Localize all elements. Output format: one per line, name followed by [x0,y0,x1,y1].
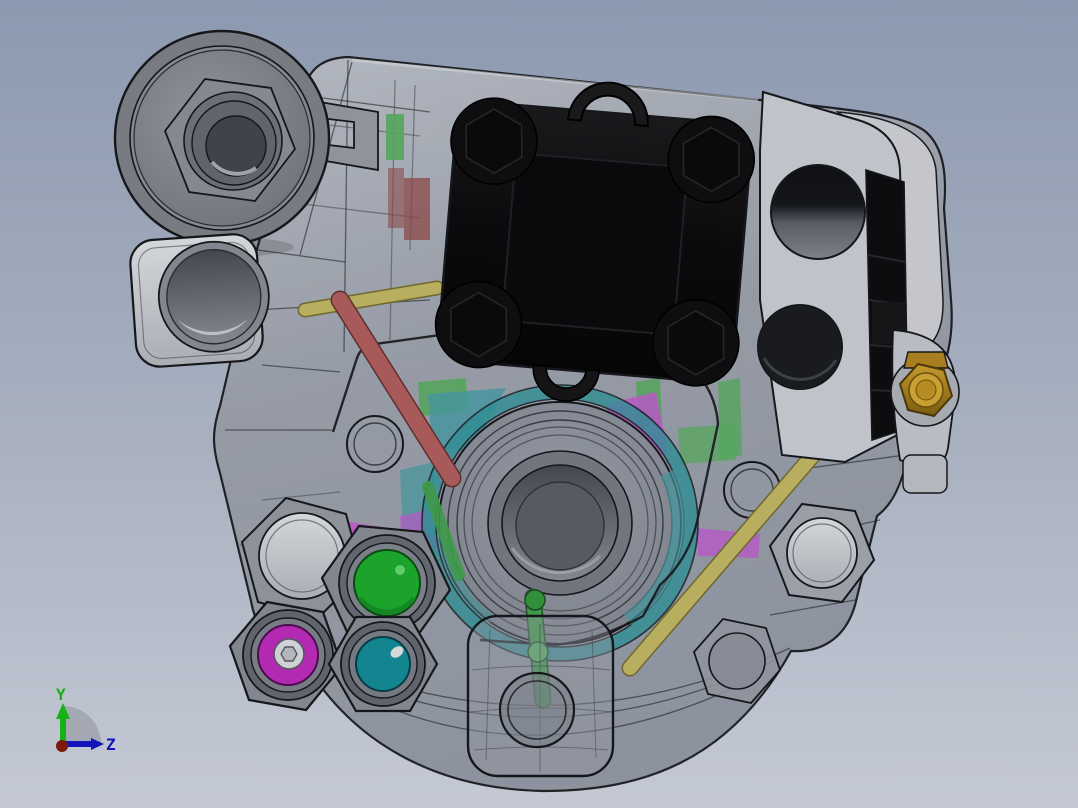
solenoid-inner-recess [501,152,689,336]
brass-mount-cylinder [902,454,948,494]
plate-hole-upper[interactable] [770,164,866,260]
mounting-plate[interactable] [757,90,909,464]
dome-hole[interactable] [498,671,576,749]
triad-fan [63,706,101,744]
dome-cover[interactable] [466,614,615,778]
green-block-top[interactable] [386,114,404,160]
plate-hole-lower[interactable] [757,304,843,390]
y-axis-label: Y [56,685,66,704]
plug-green-glint [395,565,405,575]
z-axis-label: Z [106,735,116,754]
plug-green-face[interactable] [353,549,421,617]
green-plate-right-3[interactable] [678,424,736,464]
plug-magenta-boss[interactable] [228,600,344,712]
hex-boss-right-large-face [786,517,858,589]
green-rod-top [524,589,546,611]
plug-teal-face[interactable] [355,636,411,692]
plug-magenta-hex-socket [280,646,298,662]
dark-red-valve-upper[interactable] [388,168,404,228]
solenoid-block[interactable] [430,70,760,415]
model-scene[interactable]: Y Z [0,0,1078,808]
hex-boss-right-small-face [708,632,766,690]
orientation-triad[interactable]: Y Z [56,685,116,754]
cad-viewport[interactable]: Y Z [0,0,1078,808]
origin-dot [56,740,68,752]
diaphragm-bore-inner [515,481,605,571]
side-flange[interactable] [129,232,274,368]
dark-red-valve[interactable] [404,178,430,240]
brass-nut-center [915,379,937,401]
